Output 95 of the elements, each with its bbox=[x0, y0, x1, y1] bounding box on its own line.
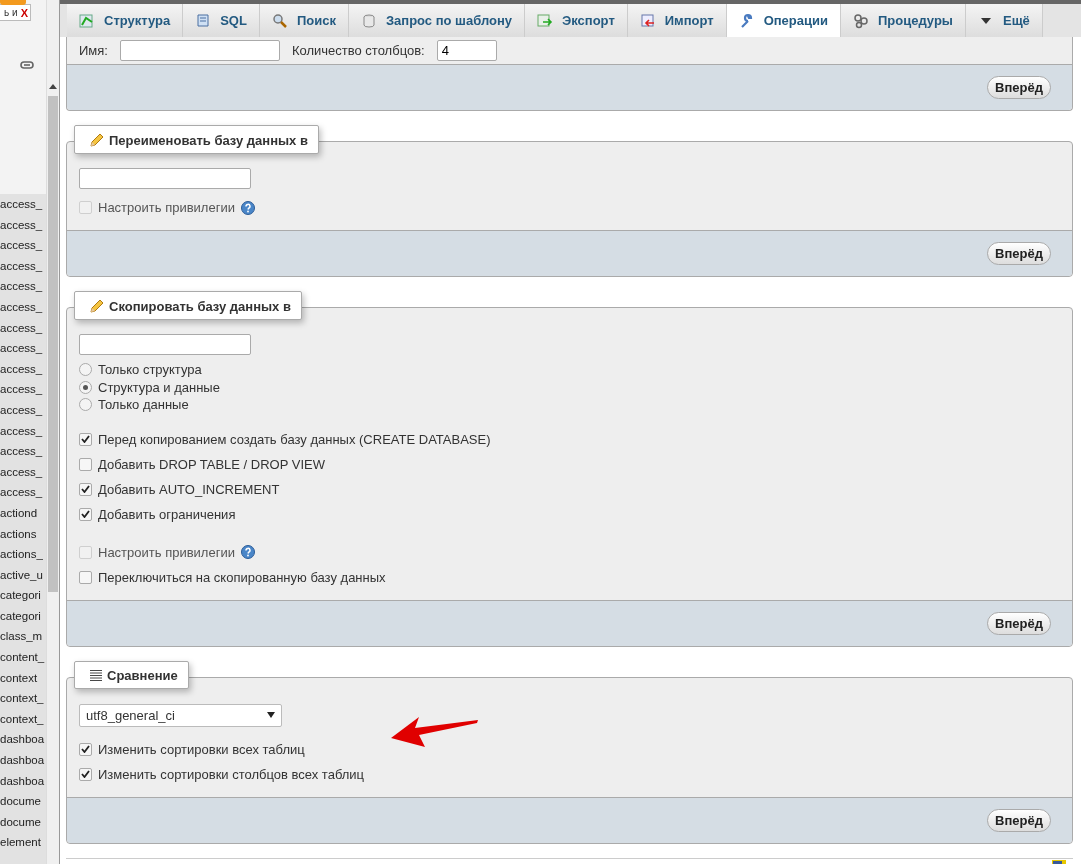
table-chart-icon bbox=[79, 12, 95, 29]
field-label: Имя: bbox=[79, 43, 108, 58]
pencil-icon bbox=[89, 298, 105, 314]
option-label: Изменить сортировки столбцов всех таблиц bbox=[98, 766, 365, 782]
option-label: Только данные bbox=[98, 397, 189, 413]
tab[interactable]: Экспорт bbox=[525, 4, 628, 37]
checkbox[interactable] bbox=[79, 742, 92, 756]
input-field[interactable]: 4 bbox=[436, 40, 497, 61]
link-icon[interactable] bbox=[20, 61, 34, 69]
go-button[interactable]: Вперёд bbox=[987, 76, 1051, 99]
table-link[interactable]: context_ bbox=[0, 708, 47, 730]
checkbox[interactable] bbox=[79, 507, 92, 521]
input-field[interactable] bbox=[79, 334, 251, 355]
table-link[interactable]: categori bbox=[0, 605, 47, 627]
table-link[interactable]: class_m bbox=[0, 626, 47, 648]
table-link[interactable]: docume bbox=[0, 791, 47, 812]
logo-fragment bbox=[0, 0, 26, 5]
scroll-up-icon[interactable] bbox=[49, 84, 58, 89]
option-label: Добавить AUTO_INCREMENT bbox=[98, 481, 280, 497]
window-icon[interactable] bbox=[1052, 859, 1066, 864]
option-label: Перед копированием создать базу данных (CREATE DATABASE) bbox=[98, 431, 491, 447]
table-link[interactable]: access_ bbox=[0, 441, 47, 462]
option-label: Добавить DROP TABLE / DROP VIEW bbox=[98, 456, 325, 472]
checkbox[interactable] bbox=[79, 570, 92, 584]
checkbox[interactable] bbox=[79, 457, 92, 471]
table-link[interactable]: access_ bbox=[0, 296, 47, 318]
checkbox[interactable] bbox=[79, 767, 92, 781]
option-label: Добавить ограничения bbox=[98, 506, 236, 522]
table-link[interactable]: access_ bbox=[0, 194, 47, 215]
table-link[interactable]: access_ bbox=[0, 317, 47, 339]
table-link[interactable]: active_u bbox=[0, 564, 47, 586]
table-link[interactable]: access_ bbox=[0, 420, 47, 442]
pencil-icon bbox=[89, 132, 105, 148]
option-label: Только структура bbox=[98, 362, 202, 378]
table-link[interactable]: access_ bbox=[0, 399, 47, 421]
radio-button[interactable] bbox=[79, 363, 92, 377]
legend-text: Сравнение bbox=[107, 667, 178, 683]
table-link[interactable]: docume bbox=[0, 811, 47, 833]
table-link[interactable]: access_ bbox=[0, 214, 47, 236]
checkbox[interactable] bbox=[79, 482, 92, 496]
table-link[interactable]: actiond bbox=[0, 502, 47, 524]
table-link[interactable]: access_ bbox=[0, 482, 47, 503]
input-field[interactable] bbox=[119, 40, 280, 61]
radio-button[interactable] bbox=[79, 398, 92, 412]
export-icon bbox=[537, 12, 553, 29]
go-button[interactable]: Вперёд bbox=[987, 242, 1051, 265]
tab[interactable]: SQL bbox=[183, 4, 260, 37]
tab[interactable]: Поиск bbox=[259, 4, 349, 37]
option-label: Настроить привилегии bbox=[98, 200, 235, 215]
table-link[interactable]: context_ bbox=[0, 688, 47, 709]
table-link[interactable]: access_ bbox=[0, 235, 47, 256]
tab[interactable]: Запрос по шаблону bbox=[348, 4, 525, 37]
option-label: Переключиться на скопированную базу данных bbox=[98, 569, 386, 585]
table-link[interactable]: dashboa bbox=[0, 729, 47, 751]
tab[interactable]: Процедуры bbox=[841, 4, 966, 37]
list-icon bbox=[89, 669, 103, 681]
table-link[interactable]: actions bbox=[0, 523, 47, 545]
field-label: Количество столбцов: bbox=[291, 43, 425, 58]
option-label: Настроить привилегии bbox=[98, 544, 235, 560]
tab[interactable]: Структура bbox=[67, 4, 184, 37]
scrollbar[interactable] bbox=[46, 0, 59, 864]
collation-dropdown[interactable]: utf8_general_ci bbox=[79, 703, 282, 727]
legend-text: Переименовать базу данных в bbox=[109, 132, 308, 148]
option-label: Изменить сортировки всех таблиц bbox=[98, 741, 305, 757]
table-link[interactable]: access_ bbox=[0, 461, 47, 483]
option-label: Структура и данные bbox=[98, 379, 220, 395]
search-icon bbox=[271, 12, 288, 29]
table-link[interactable]: actions_ bbox=[0, 544, 47, 565]
clear-filter-button[interactable]: X bbox=[20, 6, 28, 19]
input-field[interactable] bbox=[79, 168, 251, 189]
import-icon bbox=[639, 12, 656, 29]
filter-field[interactable]: ь и X bbox=[0, 4, 31, 21]
table-link[interactable]: access_ bbox=[0, 276, 47, 297]
scroll-icon bbox=[195, 12, 212, 29]
go-button[interactable]: Вперёд bbox=[987, 808, 1051, 832]
table-link[interactable]: dashboa bbox=[0, 770, 47, 792]
checkbox[interactable] bbox=[79, 432, 92, 446]
tab[interactable]: Ещё bbox=[965, 4, 1043, 37]
table-link[interactable]: content_ bbox=[0, 647, 47, 668]
table-link[interactable]: access_ bbox=[0, 358, 47, 380]
legend-text: Скопировать базу данных в bbox=[109, 298, 291, 314]
table-link[interactable]: element bbox=[0, 832, 47, 853]
table-link[interactable]: categori bbox=[0, 585, 47, 606]
tab[interactable]: Импорт bbox=[627, 4, 727, 37]
gears-icon bbox=[853, 12, 869, 29]
tab[interactable]: Операции bbox=[726, 4, 841, 37]
table-link[interactable]: access_ bbox=[0, 379, 47, 400]
table-link[interactable]: dashboa bbox=[0, 750, 47, 771]
go-button[interactable]: Вперёд bbox=[987, 611, 1051, 635]
table-link[interactable]: context bbox=[0, 667, 47, 689]
table-link[interactable]: access_ bbox=[0, 338, 47, 359]
caret-icon bbox=[267, 712, 275, 718]
table-link[interactable]: access_ bbox=[0, 255, 47, 277]
scrollbar-thumb[interactable] bbox=[48, 96, 59, 592]
radio-button[interactable] bbox=[79, 380, 92, 394]
